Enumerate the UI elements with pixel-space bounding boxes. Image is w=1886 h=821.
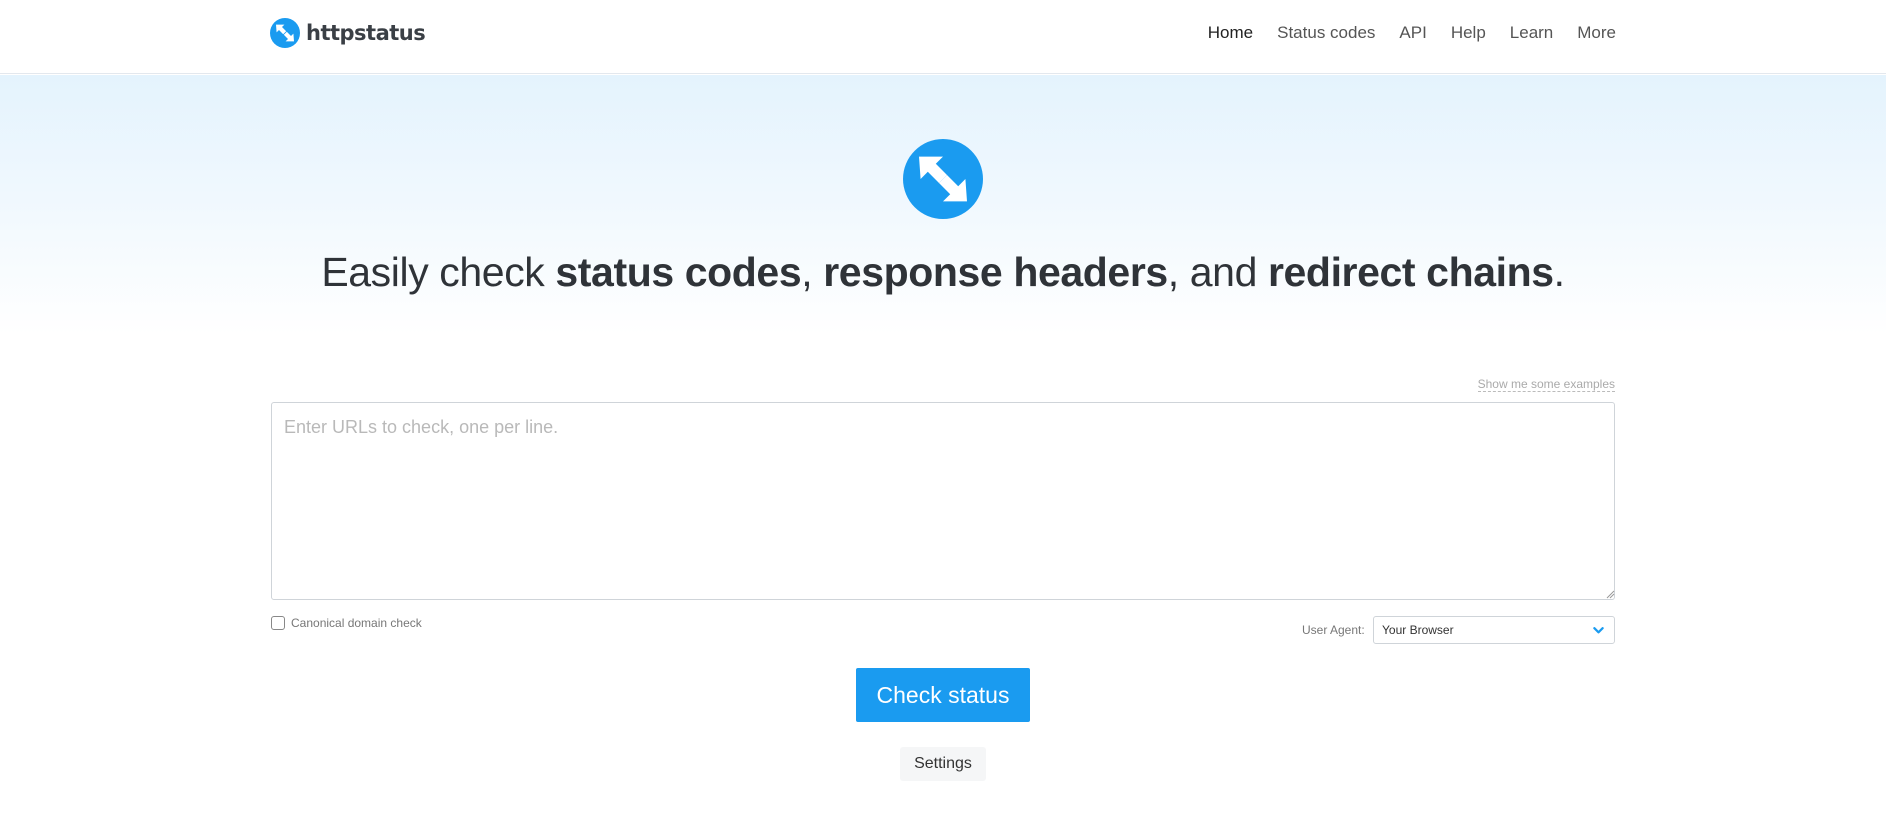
- resize-grip-icon[interactable]: [1605, 589, 1615, 599]
- nav-status-codes[interactable]: Status codes: [1277, 23, 1375, 43]
- nav-api[interactable]: API: [1399, 23, 1426, 43]
- hero-headline: Easily check status codes, response head…: [321, 249, 1565, 295]
- check-status-button[interactable]: Check status: [856, 668, 1030, 722]
- canonical-domain-check[interactable]: Canonical domain check: [271, 616, 422, 630]
- canonical-checkbox[interactable]: [271, 616, 285, 630]
- brand-name: httpstatus: [306, 21, 426, 45]
- arrows-exchange-icon: [270, 18, 300, 48]
- nav-help[interactable]: Help: [1451, 23, 1486, 43]
- user-agent-value: Your Browser: [1382, 623, 1454, 637]
- nav-learn[interactable]: Learn: [1510, 23, 1553, 43]
- show-examples-link[interactable]: Show me some examples: [1477, 377, 1615, 392]
- settings-button[interactable]: Settings: [900, 747, 986, 781]
- nav-more[interactable]: More: [1577, 23, 1616, 43]
- brand-logo-link[interactable]: httpstatus: [270, 18, 426, 48]
- canonical-label: Canonical domain check: [291, 616, 422, 630]
- user-agent-select[interactable]: Your Browser: [1373, 616, 1615, 644]
- user-agent-label: User Agent:: [1302, 623, 1365, 637]
- arrows-exchange-icon: [903, 139, 983, 219]
- main-nav: Home Status codes API Help Learn More: [1208, 20, 1616, 46]
- urls-input[interactable]: [271, 402, 1615, 600]
- top-navbar: httpstatus Home Status codes API Help Le…: [0, 0, 1886, 74]
- chevron-down-icon: [1593, 627, 1604, 634]
- nav-home[interactable]: Home: [1208, 23, 1253, 43]
